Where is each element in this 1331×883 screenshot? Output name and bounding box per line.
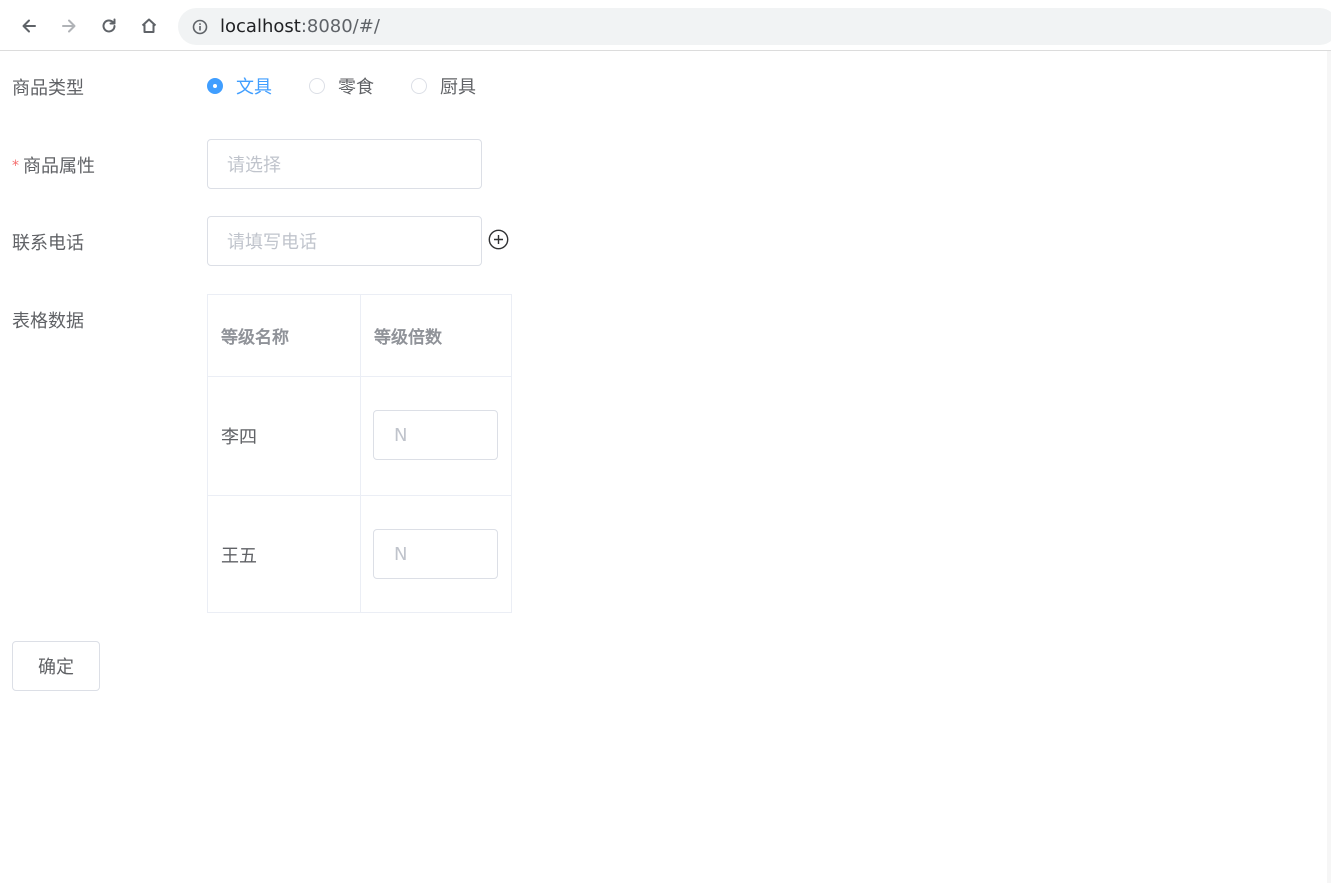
- info-icon[interactable]: [192, 19, 208, 35]
- product-type-label: 商品类型: [12, 78, 84, 99]
- multiplier-input[interactable]: N: [373, 410, 498, 460]
- product-attr-label: * 商品属性: [12, 152, 95, 178]
- radio-stationery[interactable]: 文具: [207, 73, 272, 99]
- browser-toolbar: localhost:8080/#/: [0, 0, 1331, 51]
- address-bar[interactable]: localhost:8080/#/: [178, 8, 1331, 45]
- product-attr-placeholder: 请选择: [227, 155, 281, 176]
- product-attr-select[interactable]: 请选择: [207, 139, 482, 189]
- multiplier-placeholder: N: [394, 424, 408, 446]
- radio-label: 零食: [338, 77, 374, 98]
- column-header-grade-multiplier: 等级倍数: [361, 295, 512, 377]
- column-header-grade-name: 等级名称: [208, 295, 361, 377]
- required-mark: *: [12, 158, 19, 174]
- reload-icon[interactable]: [95, 12, 123, 40]
- radio-checked-icon[interactable]: [207, 78, 223, 94]
- plus-circle-icon[interactable]: [488, 229, 509, 250]
- product-attr-label-text: 商品属性: [23, 156, 95, 177]
- radio-label: 厨具: [440, 77, 476, 98]
- radio-snacks[interactable]: 零食: [309, 73, 374, 99]
- home-icon[interactable]: [135, 12, 163, 40]
- phone-placeholder: 请填写电话: [227, 232, 317, 253]
- page-scroll-edge: [1327, 51, 1331, 883]
- table-row-name-cell: 王五: [208, 496, 361, 613]
- phone-input[interactable]: 请填写电话: [207, 216, 482, 266]
- product-type-radio-group: 文具 零食 厨具: [207, 74, 513, 98]
- url-path: :8080/#/: [300, 16, 380, 37]
- radio-unchecked-icon[interactable]: [309, 78, 325, 94]
- confirm-button[interactable]: 确定: [12, 641, 100, 691]
- radio-unchecked-icon[interactable]: [411, 78, 427, 94]
- grade-table: 等级名称 等级倍数 李四 N 王五 N: [207, 294, 512, 613]
- phone-label: 联系电话: [12, 233, 84, 254]
- table-data-label: 表格数据: [12, 311, 84, 332]
- multiplier-input[interactable]: N: [373, 529, 498, 579]
- radio-label: 文具: [236, 77, 272, 98]
- multiplier-placeholder: N: [394, 543, 408, 565]
- back-arrow-icon[interactable]: [15, 12, 43, 40]
- table-row-name-cell: 李四: [208, 377, 361, 496]
- url-host: localhost: [220, 16, 301, 37]
- forward-arrow-icon[interactable]: [55, 12, 83, 40]
- radio-kitchenware[interactable]: 厨具: [411, 73, 476, 99]
